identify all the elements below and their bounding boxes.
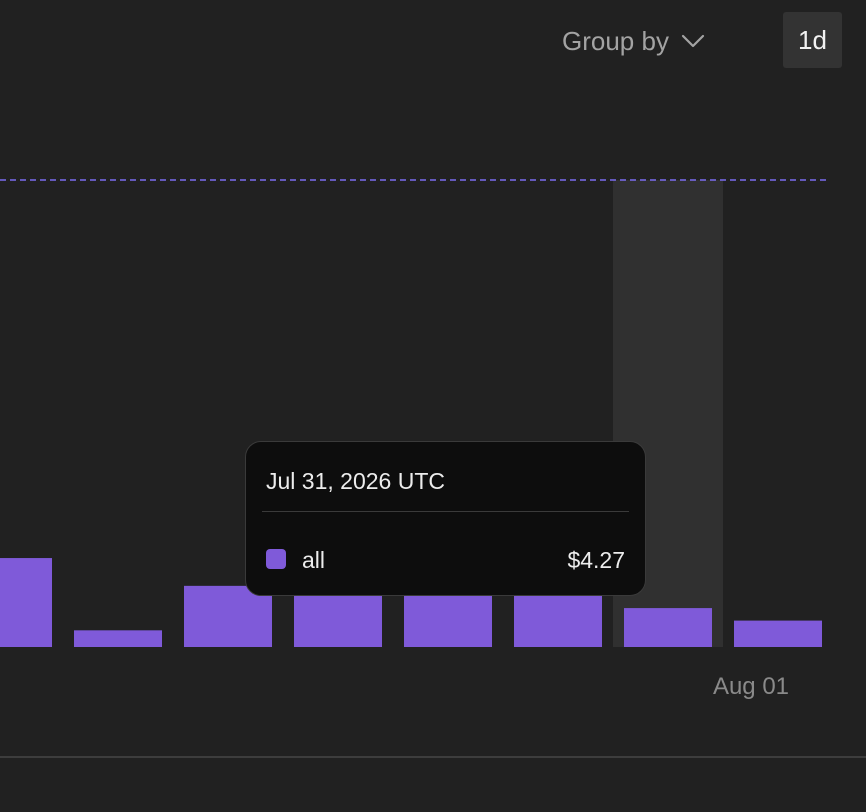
x-axis-ticks: Aug 01 [713, 673, 789, 700]
series-swatch [266, 549, 286, 569]
tooltip-series-name: all [302, 547, 326, 573]
bar-1[interactable] [74, 630, 162, 647]
chart-tooltip: Jul 31, 2026 UTC all $4.27 [245, 441, 646, 596]
x-tick-label: Aug 01 [713, 673, 789, 700]
bar-0[interactable] [0, 558, 52, 647]
bar-6[interactable] [624, 608, 712, 647]
tooltip-series-row: all $4.27 [266, 546, 625, 574]
bar-7[interactable] [734, 620, 822, 647]
tooltip-date: Jul 31, 2026 UTC [266, 468, 445, 494]
chart-bottom-border [0, 756, 866, 758]
usage-bar-chart: Aug 01 [0, 179, 830, 700]
tooltip-series-value: $4.27 [567, 547, 625, 573]
tooltip-divider [262, 511, 629, 512]
